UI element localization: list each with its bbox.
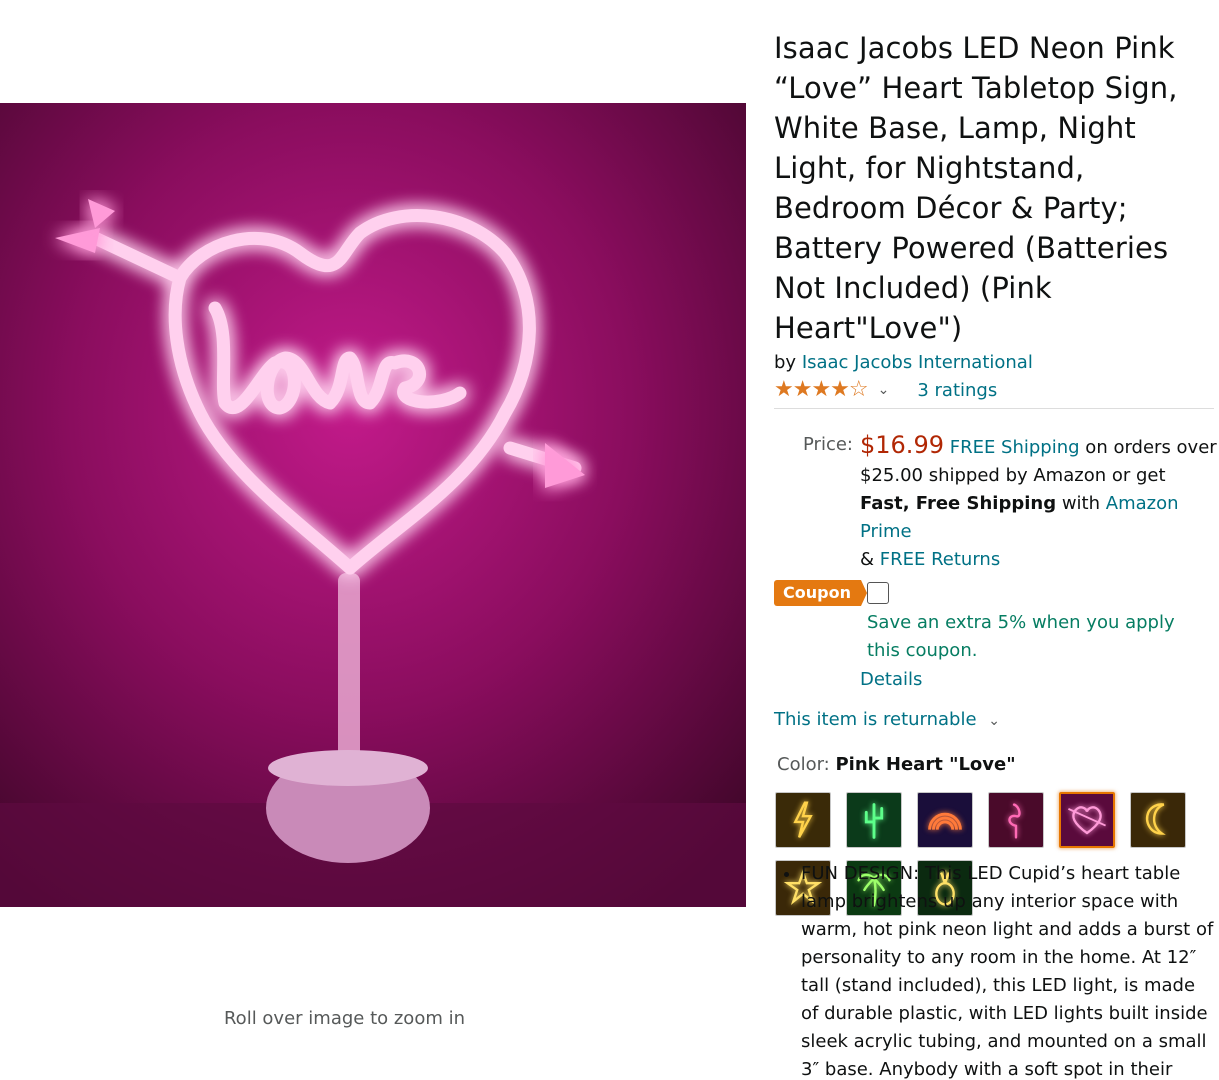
swatch-thumbnail-icon bbox=[1131, 793, 1185, 847]
by-prefix: by bbox=[774, 352, 797, 373]
swatch-thumbnail-icon bbox=[989, 793, 1043, 847]
divider bbox=[774, 408, 1214, 409]
swatch-thumbnail-icon bbox=[918, 793, 972, 847]
color-swatch-cactus[interactable] bbox=[846, 792, 902, 848]
returnable-link[interactable]: This item is returnable bbox=[774, 709, 977, 730]
amp-text: & bbox=[860, 549, 880, 570]
coupon-text: Save an extra 5% when you apply this cou… bbox=[867, 612, 1175, 661]
price-value: $16.99 bbox=[860, 431, 944, 459]
rating-row: ★★★★☆ ⌄ 3 ratings bbox=[774, 376, 1219, 404]
fast-free-shipping: Fast, Free Shipping bbox=[860, 493, 1057, 514]
color-swatch-pink-heart-love[interactable] bbox=[1059, 792, 1115, 848]
price-block: Price: $16.99 FREE Shipping on orders ov… bbox=[774, 431, 1219, 574]
color-selected: Pink Heart "Love" bbox=[835, 754, 1016, 775]
ratings-count-link[interactable]: 3 ratings bbox=[917, 380, 997, 401]
coupon-badge: Coupon bbox=[774, 580, 867, 606]
star-rating-icon[interactable]: ★★★★☆ bbox=[774, 378, 869, 402]
byline: by Isaac Jacobs International bbox=[774, 350, 1219, 376]
with-text: with bbox=[1056, 493, 1106, 514]
price-label: Price: bbox=[803, 434, 853, 455]
zoom-hint: Roll over image to zoom in bbox=[223, 1008, 465, 1029]
swatch-thumbnail-icon bbox=[1061, 794, 1113, 846]
price-body: $16.99 FREE Shipping on orders over $25.… bbox=[860, 431, 1219, 574]
feature-bullet: FUN DESIGN: This LED Cupid’s heart table… bbox=[801, 860, 1214, 1080]
color-swatch-flamingo[interactable] bbox=[988, 792, 1044, 848]
free-returns-link[interactable]: FREE Returns bbox=[880, 549, 1000, 570]
swatch-thumbnail-icon bbox=[847, 793, 901, 847]
coupon-row: Coupon bbox=[774, 580, 1219, 606]
color-swatch-lightning[interactable] bbox=[775, 792, 831, 848]
free-shipping-link[interactable]: FREE Shipping bbox=[950, 437, 1080, 458]
chevron-down-icon[interactable]: ⌄ bbox=[878, 382, 890, 398]
coupon-checkbox[interactable] bbox=[866, 582, 889, 604]
swatch-thumbnail-icon bbox=[776, 793, 830, 847]
chevron-down-icon[interactable]: ⌄ bbox=[988, 713, 1000, 729]
product-info: Isaac Jacobs LED Neon Pink “Love” Heart … bbox=[774, 28, 1219, 916]
color-label: Color: bbox=[777, 754, 830, 775]
product-title: Isaac Jacobs LED Neon Pink “Love” Heart … bbox=[774, 31, 1178, 345]
color-swatch-moon[interactable] bbox=[1130, 792, 1186, 848]
coupon-details-link[interactable]: Details bbox=[860, 667, 1219, 693]
feature-bullets: FUN DESIGN: This LED Cupid’s heart table… bbox=[774, 860, 1214, 1080]
brand-link[interactable]: Isaac Jacobs International bbox=[802, 352, 1033, 373]
color-row: Color: Pink Heart "Love" bbox=[777, 752, 1219, 778]
neon-heart-sign-image bbox=[0, 103, 746, 907]
main-product-image[interactable] bbox=[0, 103, 746, 907]
color-swatch-rainbow[interactable] bbox=[917, 792, 973, 848]
returnable-row[interactable]: This item is returnable ⌄ bbox=[774, 707, 1219, 734]
